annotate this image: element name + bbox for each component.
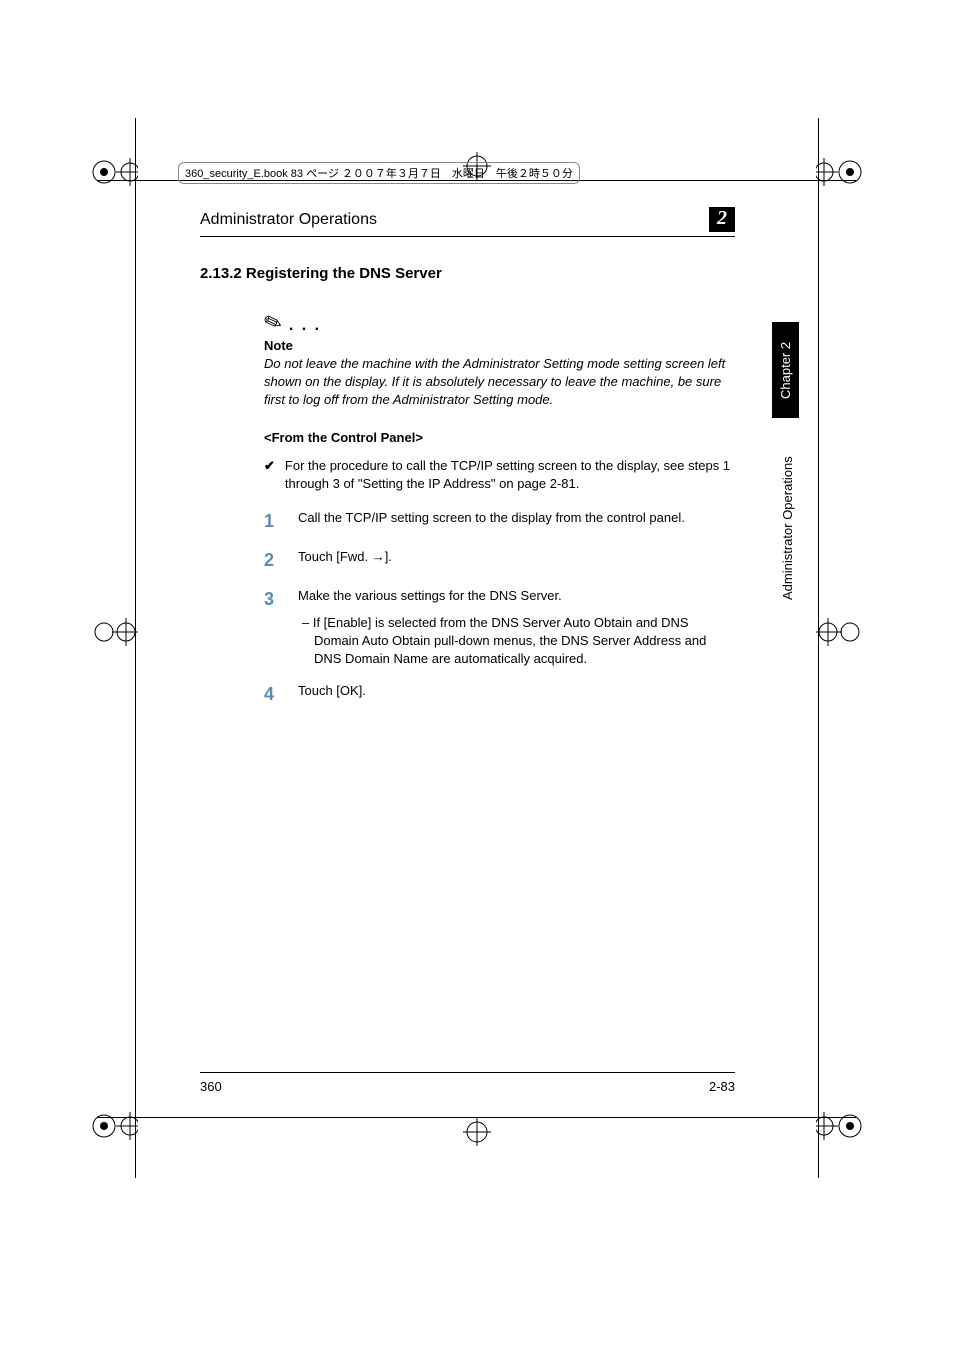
reg-mark-mid-left bbox=[94, 614, 138, 650]
note-text: Do not leave the machine with the Admini… bbox=[264, 355, 735, 410]
side-tab-chapter: Chapter 2 bbox=[772, 322, 799, 418]
sub-header: <From the Control Panel> bbox=[264, 430, 735, 445]
section-title: 2.13.2 Registering the DNS Server bbox=[200, 265, 735, 282]
step-text: Touch [OK]. bbox=[298, 682, 735, 707]
step-number: 3 bbox=[264, 587, 298, 668]
step-1: 1 Call the TCP/IP setting screen to the … bbox=[264, 509, 735, 534]
reg-mark-top-left bbox=[90, 148, 138, 196]
reg-mark-bottom-right bbox=[816, 1102, 864, 1150]
step-3: 3 Make the various settings for the DNS … bbox=[264, 587, 735, 668]
section-number: 2.13.2 bbox=[200, 265, 242, 282]
step-text: Call the TCP/IP setting screen to the di… bbox=[298, 509, 735, 534]
check-item: ✔ For the procedure to call the TCP/IP s… bbox=[264, 457, 735, 493]
step-4: 4 Touch [OK]. bbox=[264, 682, 735, 707]
note-dots: . . . bbox=[282, 317, 321, 334]
step-number: 1 bbox=[264, 509, 298, 534]
book-info: 360_security_E.book 83 ページ ２００７年３月７日 水曜日… bbox=[178, 162, 580, 184]
footer-right: 2-83 bbox=[709, 1079, 735, 1094]
header-title: Administrator Operations bbox=[200, 211, 377, 229]
step-text: Touch [Fwd. →]. bbox=[298, 548, 735, 573]
step-sub-text: – If [Enable] is selected from the DNS S… bbox=[298, 614, 735, 669]
step-text: Make the various settings for the DNS Se… bbox=[298, 587, 735, 605]
reg-mark-bottom-left bbox=[90, 1102, 138, 1150]
reg-mark-center-bottom bbox=[459, 1114, 495, 1150]
page-content: Administrator Operations 2 2.13.2 Regist… bbox=[200, 207, 735, 721]
checkmark-icon: ✔ bbox=[264, 457, 275, 493]
reg-mark-mid-right bbox=[816, 614, 860, 650]
section-name: Registering the DNS Server bbox=[246, 265, 442, 282]
step-number: 4 bbox=[264, 682, 298, 707]
note-label: Note bbox=[264, 338, 735, 353]
page-header: Administrator Operations 2 bbox=[200, 207, 735, 237]
note-block: ✎ . . . Note Do not leave the machine wi… bbox=[264, 310, 735, 410]
chapter-number-badge: 2 bbox=[709, 207, 735, 232]
step-number: 2 bbox=[264, 548, 298, 573]
side-tab-section: Administrator Operations bbox=[776, 428, 799, 628]
page-footer: 360 2-83 bbox=[200, 1072, 735, 1094]
footer-left: 360 bbox=[200, 1079, 222, 1094]
reg-mark-top-right bbox=[816, 148, 864, 196]
step-2: 2 Touch [Fwd. →]. bbox=[264, 548, 735, 573]
check-item-text: For the procedure to call the TCP/IP set… bbox=[285, 457, 735, 493]
